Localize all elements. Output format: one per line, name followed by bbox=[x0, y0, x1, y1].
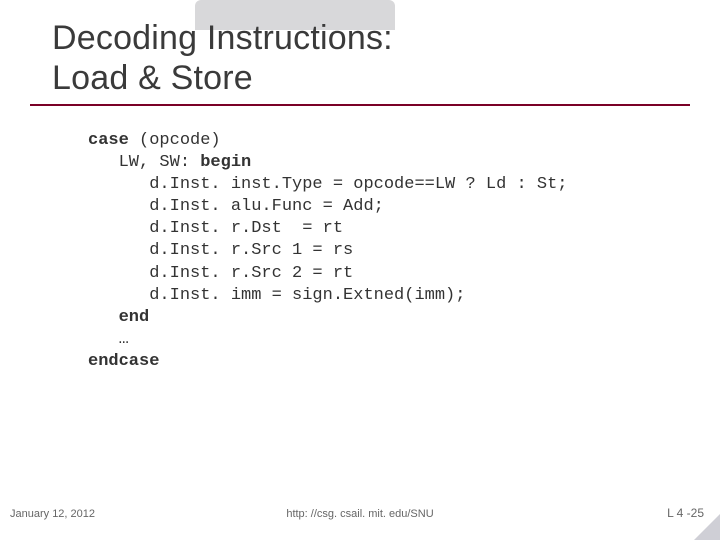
kw-case: case bbox=[88, 131, 129, 150]
code-l2a: LW, SW: bbox=[88, 153, 200, 172]
code-l6: d.Inst. r.Src 1 = rs bbox=[88, 241, 353, 260]
title-underline bbox=[30, 104, 690, 106]
page-curl-icon bbox=[694, 514, 720, 540]
slide-title: Decoding Instructions: Load & Store bbox=[52, 18, 393, 98]
kw-end: end bbox=[88, 308, 149, 327]
code-l4: d.Inst. alu.Func = Add; bbox=[88, 197, 384, 216]
code-l10: … bbox=[88, 330, 129, 349]
code-block: case (opcode) LW, SW: begin d.Inst. inst… bbox=[88, 130, 567, 373]
kw-begin: begin bbox=[200, 153, 251, 172]
footer-url: http: //csg. csail. mit. edu/SNU bbox=[0, 508, 720, 520]
code-l7: d.Inst. r.Src 2 = rt bbox=[88, 264, 353, 283]
code-l1b: (opcode) bbox=[129, 131, 221, 150]
code-l3: d.Inst. inst.Type = opcode==LW ? Ld : St… bbox=[88, 175, 567, 194]
code-l8: d.Inst. imm = sign.Extned(imm); bbox=[88, 286, 465, 305]
kw-endcase: endcase bbox=[88, 352, 159, 371]
title-line-1: Decoding Instructions: bbox=[52, 19, 393, 57]
code-l5: d.Inst. r.Dst = rt bbox=[88, 219, 343, 238]
title-line-2: Load & Store bbox=[52, 59, 253, 97]
